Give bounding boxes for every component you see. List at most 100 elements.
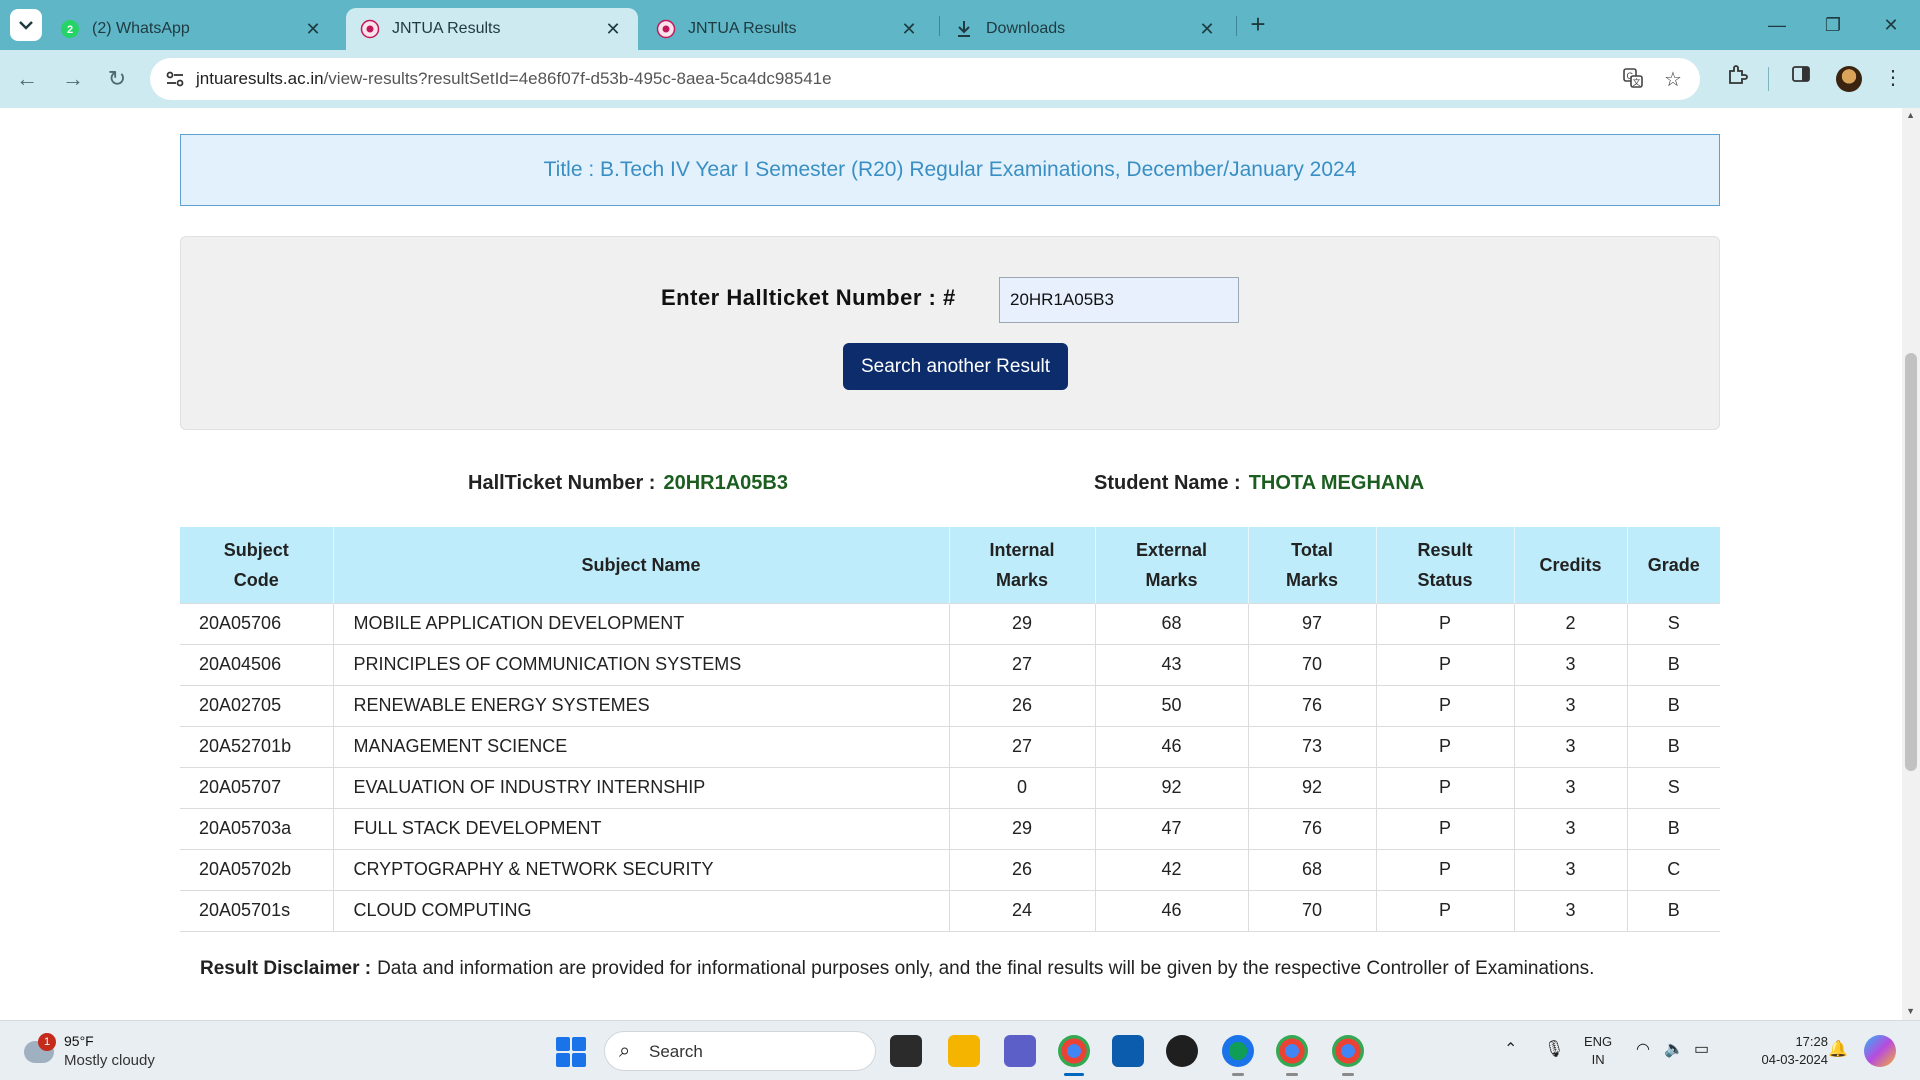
scroll-up-arrow-icon[interactable]: ▲ [1906,110,1915,120]
forward-button[interactable]: → [56,62,90,96]
cell-result-status: P [1376,807,1515,849]
tab-jntua-results[interactable]: JNTUA Results ✕ [642,8,934,50]
table-header-row: Subject Code Subject Name Internal Marks E… [180,527,1720,603]
weather-widget[interactable]: 1 95°F Mostly cloudy [18,1029,208,1073]
new-tab-button[interactable]: + [1243,10,1273,40]
file-explorer-icon[interactable] [948,1035,980,1067]
page-viewport: Title : B.Tech IV Year I Semester (R20) … [0,108,1920,1020]
reload-button[interactable]: ↻ [100,62,134,96]
profile-avatar[interactable] [1836,66,1862,92]
close-icon[interactable]: ✕ [302,19,324,40]
cell-subject-code: 20A52701b [180,725,334,767]
notification-badge: 1 [38,1033,56,1051]
copilot-icon[interactable] [1864,1035,1896,1067]
microphone-icon[interactable]: 🎙 [1544,1039,1564,1059]
url-text[interactable]: jntuaresults.ac.in/view-results?resultSe… [196,69,832,89]
cell-subject-name: PRINCIPLES OF COMMUNICATION SYSTEMS [333,643,950,685]
student-name-label: Student Name : [1094,472,1241,494]
clock-date: 04-03-2024 [1761,1052,1829,1067]
microsoft-store-icon[interactable] [1112,1035,1144,1067]
site-settings-icon[interactable] [164,68,186,90]
volume-icon[interactable]: 🔈 [1664,1039,1684,1059]
teams-icon[interactable] [1004,1035,1036,1067]
search-another-result-button[interactable]: Search another Result [843,343,1068,390]
translate-icon[interactable]: G文 [1620,67,1646,93]
cell-external-marks: 92 [1095,766,1249,808]
cell-total-marks: 70 [1248,643,1377,685]
task-view-icon[interactable] [890,1035,922,1067]
table-row: 20A02705 RENEWABLE ENERGY SYSTEMES 26 50… [180,684,1720,726]
extensions-icon[interactable] [1722,63,1752,93]
tab-title: Downloads [986,20,1066,37]
scroll-down-arrow-icon[interactable]: ▼ [1906,1006,1915,1016]
taskbar-search[interactable]: ⌕ Search [604,1031,876,1071]
cell-subject-code: 20A05702b [180,848,334,890]
cell-total-marks: 97 [1248,602,1377,644]
more-menu-icon[interactable]: ⋮ [1878,63,1908,93]
restore-button[interactable]: ❐ [1808,8,1858,42]
cell-result-status: P [1376,766,1515,808]
page-scrollbar[interactable]: ▲ ▼ [1902,108,1920,1020]
system-clock[interactable]: 17:28 04-03-2024 [1736,1033,1829,1069]
windows-logo-icon [556,1037,570,1051]
start-button[interactable] [556,1037,586,1067]
hallticket-number-label: HallTicket Number : [468,472,656,494]
cell-result-status: P [1376,684,1515,726]
cell-grade: S [1627,602,1720,644]
chrome-icon[interactable] [1058,1035,1090,1076]
dell-icon[interactable] [1166,1035,1198,1067]
table-row: 20A05703a FULL STACK DEVELOPMENT 29 47 7… [180,807,1720,849]
hallticket-info: HallTicket Number : 20HR1A05B3 [468,472,788,495]
cell-subject-code: 20A05703a [180,807,334,849]
language-indicator[interactable]: ENG IN [1584,1033,1612,1069]
cell-external-marks: 46 [1095,725,1249,767]
table-row: 20A05702b CRYPTOGRAPHY & NETWORK SECURIT… [180,848,1720,890]
cell-subject-code: 20A05707 [180,766,334,808]
cell-internal-marks: 29 [949,602,1096,644]
cell-external-marks: 68 [1095,602,1249,644]
cell-grade: C [1627,848,1720,890]
close-icon[interactable]: ✕ [898,19,920,40]
close-icon[interactable]: ✕ [602,19,624,40]
cell-grade: B [1627,807,1720,849]
cell-grade: B [1627,889,1720,932]
jntua-logo-icon [656,19,676,39]
tab-whatsapp[interactable]: 2 (2) WhatsApp ✕ [46,8,338,50]
notification-bell-icon[interactable]: 🔔 [1828,1039,1848,1059]
table-row: 20A52701b MANAGEMENT SCIENCE 27 46 73 P … [180,725,1720,767]
weather-description: Mostly cloudy [64,1052,155,1069]
cell-internal-marks: 24 [949,889,1096,932]
chevron-up-icon[interactable]: ⌃ [1504,1039,1517,1059]
cell-external-marks: 42 [1095,848,1249,890]
toolbar-separator [1768,67,1769,91]
battery-icon[interactable]: ▭ [1694,1039,1709,1059]
bookmark-star-icon[interactable]: ☆ [1660,67,1686,93]
hallticket-input[interactable] [999,277,1239,323]
edge-icon[interactable] [1222,1035,1254,1076]
close-window-button[interactable]: ✕ [1866,8,1916,42]
chrome-profile-m-icon[interactable] [1276,1035,1308,1076]
address-bar[interactable]: jntuaresults.ac.in/view-results?resultSe… [150,58,1700,100]
side-panel-icon[interactable] [1786,63,1816,93]
header-subject-code: Subject Code [180,527,334,603]
cell-subject-name: CRYPTOGRAPHY & NETWORK SECURITY [333,848,950,890]
chevron-down-icon [19,21,33,30]
clock-time: 17:28 [1795,1034,1828,1049]
table-row: 20A05706 MOBILE APPLICATION DEVELOPMENT … [180,602,1720,644]
back-button[interactable]: ← [10,62,44,96]
cell-credits: 3 [1514,889,1628,932]
tab-jntua-results-active[interactable]: JNTUA Results ✕ [346,8,638,50]
url-domain: jntuaresults.ac.in [196,69,324,88]
tab-search-button[interactable] [10,9,42,41]
close-icon[interactable]: ✕ [1196,19,1218,40]
windows-taskbar: 1 95°F Mostly cloudy ⌕ Search ⌃ 🎙 ENG IN… [0,1020,1920,1080]
minimize-button[interactable]: — [1752,8,1802,42]
cell-grade: B [1627,643,1720,685]
tab-downloads[interactable]: Downloads ✕ [940,8,1232,50]
chrome-profile-v-icon[interactable] [1332,1035,1364,1076]
scrollbar-thumb[interactable] [1905,353,1917,771]
cell-subject-name: FULL STACK DEVELOPMENT [333,807,950,849]
hallticket-label: Enter Hallticket Number : # [661,285,956,310]
wifi-icon[interactable]: ◠ [1636,1039,1650,1059]
browser-toolbar: ← → ↻ jntuaresults.ac.in/view-results?re… [0,50,1920,108]
